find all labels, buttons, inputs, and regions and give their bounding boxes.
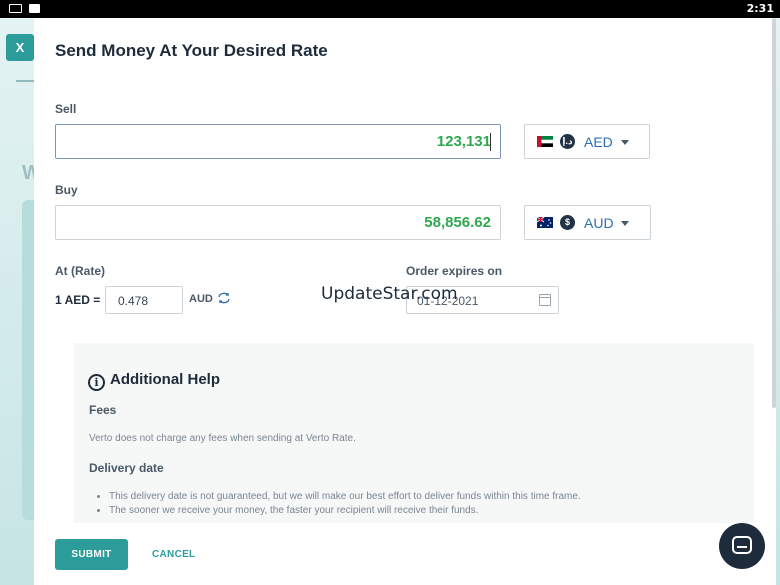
watermark: UpdateStar.com [321, 284, 458, 304]
uae-flag-icon [537, 136, 553, 147]
expiry-label: Order expires on [406, 264, 503, 278]
buy-label: Buy [55, 183, 78, 197]
status-time: 2:31 [746, 2, 774, 15]
help-title: i Additional Help [88, 371, 220, 391]
info-icon: i [88, 374, 105, 391]
buy-amount-input[interactable]: 58,856.62 [55, 205, 501, 240]
rate-label: At (Rate) [55, 264, 105, 278]
modal-title: Send Money At Your Desired Rate [55, 41, 328, 60]
chat-icon [732, 536, 752, 554]
text-caret [490, 133, 491, 151]
rate-suffix: AUD [189, 293, 213, 305]
calendar-icon[interactable] [539, 294, 551, 306]
australia-flag-icon [537, 217, 553, 228]
rate-input[interactable]: 0.478 [105, 286, 183, 314]
list-item: This delivery date is not guaranteed, bu… [109, 491, 581, 502]
modal-scrollbar[interactable] [772, 18, 776, 408]
send-money-modal: Send Money At Your Desired Rate Sell 123… [34, 18, 776, 585]
buy-amount-value: 58,856.62 [424, 214, 491, 231]
submit-button[interactable]: SUBMIT [55, 539, 128, 570]
status-bar: 2:31 [0, 0, 780, 18]
sell-amount-value: 123,131 [436, 133, 491, 150]
help-title-text: Additional Help [110, 371, 220, 388]
chat-button[interactable] [719, 523, 765, 569]
swap-icon[interactable] [217, 292, 231, 304]
dollar-icon: $ [560, 215, 575, 230]
sell-label: Sell [55, 102, 77, 116]
buy-currency-code: AUD [584, 215, 614, 231]
background-close-button[interactable]: X [6, 34, 34, 61]
additional-help-panel: i Additional Help Fees Verto does not cha… [74, 343, 754, 523]
delivery-heading: Delivery date [89, 461, 164, 475]
fees-text: Verto does not charge any fees when send… [89, 433, 356, 444]
delivery-points: This delivery date is not guaranteed, bu… [109, 491, 581, 519]
sell-amount-input[interactable]: 123,131 [55, 124, 501, 159]
keyboard-icon [9, 4, 22, 13]
background-divider [16, 80, 34, 82]
chevron-down-icon [621, 140, 629, 145]
dirham-icon: د.إ [560, 134, 575, 149]
sell-currency-code: AED [584, 134, 613, 150]
chevron-down-icon [621, 221, 629, 226]
cancel-button[interactable]: CANCEL [152, 549, 195, 560]
rate-prefix: 1 AED = [55, 293, 101, 307]
buy-currency-select[interactable]: $ AUD [524, 205, 651, 240]
image-icon [29, 4, 40, 13]
fees-heading: Fees [89, 403, 117, 417]
sell-currency-select[interactable]: د.إ AED [524, 124, 650, 159]
list-item: The sooner we receive your money, the fa… [109, 505, 581, 516]
